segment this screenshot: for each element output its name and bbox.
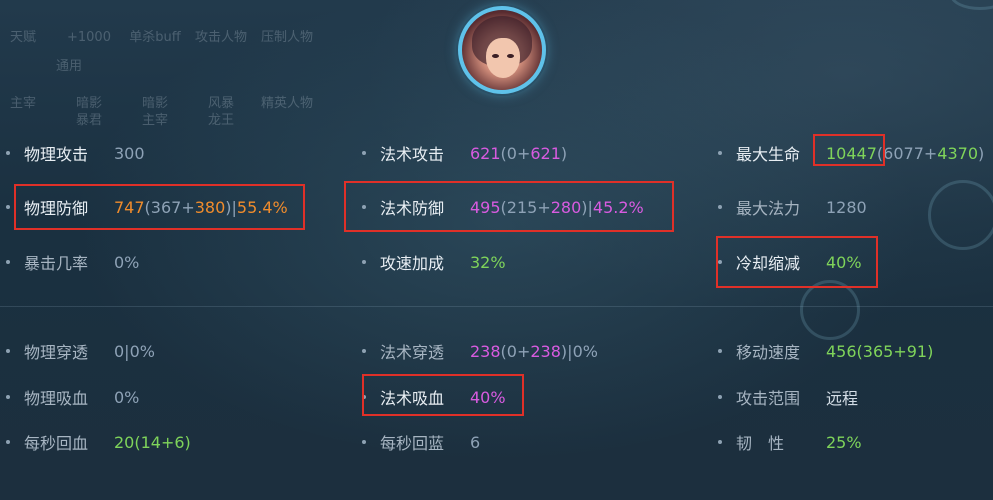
bullet-dot — [718, 349, 722, 353]
buff-item: 天赋 — [9, 30, 36, 45]
bullet-dot — [6, 440, 10, 444]
stat-value-total: 456 — [826, 341, 857, 361]
stat-attack-range: 攻击范围 远程 — [718, 384, 859, 410]
bullet-dot — [6, 395, 10, 399]
stat-label: 物理吸血 — [24, 389, 89, 408]
buff-row-2: 通用 — [40, 58, 98, 75]
stat-detail: (14+6) — [134, 432, 191, 452]
buff-item: 风暴 龙王 — [207, 96, 234, 128]
stat-tenacity: 韧 性 25% — [718, 429, 862, 455]
bullet-dot — [6, 260, 10, 264]
faded-buff-bar: 天赋 +1000 单杀buff 攻击人物 压制人物 通用 主宰 暗影 暴君 暗影… — [0, 0, 340, 130]
stat-label: 暴击几率 — [24, 254, 89, 273]
buff-item: 暗影 暴君 — [75, 96, 102, 128]
buff-item: 主宰 — [9, 96, 36, 111]
bullet-dot — [718, 151, 722, 155]
stat-detail-open: (0+ — [500, 143, 531, 163]
section-divider — [0, 306, 993, 307]
stat-attack-speed: 攻速加成 32% — [362, 249, 506, 275]
stat-detail-close: )| — [560, 341, 573, 361]
buff-row-3: 主宰 暗影 暴君 暗影 主宰 风暴 龙王 精英人物 — [0, 95, 316, 129]
buff-item: 精英人物 — [260, 96, 313, 111]
hero-avatar[interactable] — [458, 6, 546, 94]
stat-label: 每秒回蓝 — [380, 434, 445, 453]
stat-value-total: 238 — [470, 341, 501, 361]
bullet-dot — [718, 205, 722, 209]
stat-physical-lifesteal: 物理吸血 0% — [6, 384, 140, 410]
stat-value: 1280 — [826, 197, 867, 217]
stat-value: 6 — [470, 432, 481, 452]
bullet-dot — [362, 349, 366, 353]
stat-mana-regen: 每秒回蓝 6 — [362, 429, 481, 455]
stat-value-total: 621 — [470, 143, 501, 163]
stat-physical-attack: 物理攻击 300 — [6, 140, 145, 166]
buff-item: 通用 — [55, 59, 82, 74]
avatar-eye — [492, 54, 499, 58]
buff-item: 暗影 主宰 — [141, 96, 168, 128]
stat-move-speed: 移动速度 456 (365+91) — [718, 338, 934, 364]
bullet-dot — [6, 205, 10, 209]
stat-value: 25% — [826, 432, 862, 452]
highlight-box-max-hp — [813, 134, 885, 166]
stat-crit-rate: 暴击几率 0% — [6, 249, 140, 275]
stat-detail: (365+91) — [856, 341, 934, 361]
stat-detail-open: (0+ — [500, 341, 531, 361]
stat-label: 法术穿透 — [380, 343, 445, 362]
buff-item: 单杀buff — [129, 30, 181, 45]
stat-detail-close: ) — [978, 143, 985, 163]
stat-magic-pen: 法术穿透 238 (0+ 238)| 0% — [362, 338, 598, 364]
highlight-box-physical-defense — [14, 184, 305, 230]
stat-detail-close: ) — [560, 143, 568, 163]
highlight-box-magic-lifesteal — [362, 374, 524, 416]
stat-magic-attack: 法术攻击 621 (0+ 621) — [362, 140, 568, 166]
stat-detail-open: (6077+ — [876, 143, 938, 163]
highlight-box-cooldown — [716, 236, 878, 288]
stat-value: 0|0% — [114, 341, 155, 361]
skill-circle-icon — [800, 280, 860, 340]
buff-item: 攻击人物 — [194, 30, 247, 45]
stat-value-total: 20 — [114, 432, 135, 452]
stat-bonus: 4370 — [937, 143, 978, 163]
stat-label: 韧 性 — [736, 434, 785, 453]
stat-hp-regen: 每秒回血 20 (14+6) — [6, 429, 191, 455]
stat-bonus: 238 — [530, 341, 561, 361]
stat-label: 每秒回血 — [24, 434, 89, 453]
stat-label: 最大法力 — [736, 199, 801, 218]
stat-max-mana: 最大法力 1280 — [718, 194, 867, 220]
bullet-dot — [362, 260, 366, 264]
stat-value: 32% — [470, 252, 506, 272]
stat-value: 0% — [114, 252, 140, 272]
bullet-dot — [6, 151, 10, 155]
buff-row-1: 天赋 +1000 单杀buff 攻击人物 压制人物 — [0, 29, 316, 46]
avatar-eye — [507, 54, 514, 58]
bullet-dot — [6, 349, 10, 353]
stat-label: 物理攻击 — [24, 145, 89, 164]
stat-percent: 0% — [572, 341, 598, 361]
stat-value: 0% — [114, 387, 140, 407]
stat-bonus: 621 — [530, 143, 561, 163]
highlight-box-magic-defense — [344, 181, 674, 232]
buff-item: +1000 — [67, 30, 111, 45]
bullet-dot — [362, 151, 366, 155]
stat-label: 攻速加成 — [380, 254, 445, 273]
stat-label: 物理穿透 — [24, 343, 89, 362]
buff-item: 压制人物 — [260, 30, 313, 45]
stat-physical-pen: 物理穿透 0|0% — [6, 338, 155, 364]
bullet-dot — [718, 440, 722, 444]
skill-circle-icon — [928, 180, 993, 250]
stat-value: 远程 — [826, 389, 859, 408]
bullet-dot — [362, 440, 366, 444]
avatar-face — [486, 38, 520, 78]
stat-label: 法术攻击 — [380, 145, 445, 164]
bullet-dot — [718, 395, 722, 399]
stat-label: 攻击范围 — [736, 389, 801, 408]
stat-label: 移动速度 — [736, 343, 801, 362]
stat-value: 300 — [114, 143, 145, 163]
